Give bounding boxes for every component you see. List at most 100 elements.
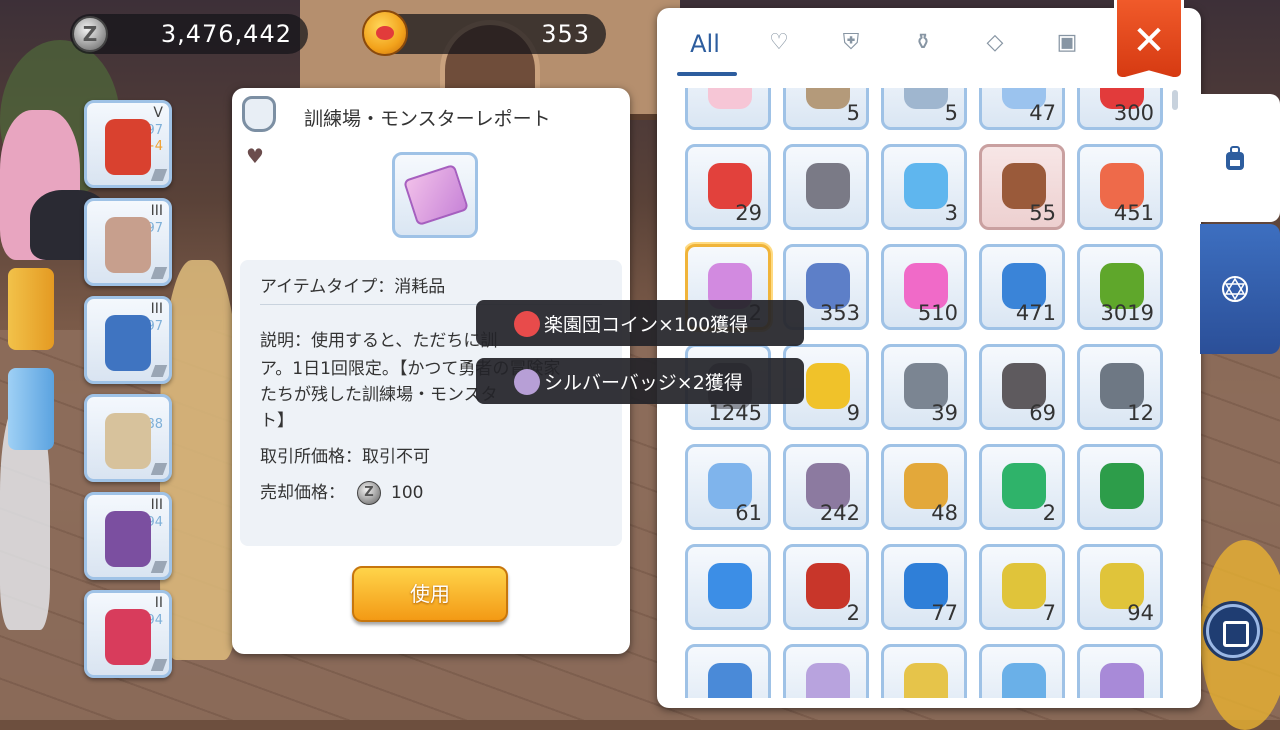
inventory-slot[interactable]: 69 <box>979 344 1065 430</box>
description-line-1: 説明：使用すると、ただちに訓 <box>260 331 498 351</box>
equipment-slot[interactable]: III 94 <box>84 492 172 580</box>
silver-badge-icon <box>806 663 850 698</box>
item-quantity: 5 <box>944 101 958 125</box>
inventory-slot[interactable]: 3019 <box>1077 244 1163 330</box>
inventory-slot[interactable] <box>881 644 967 698</box>
item-quantity: 300 <box>1113 101 1154 125</box>
inventory-slot[interactable]: 3 <box>881 144 967 230</box>
equipment-slot[interactable]: III 97 <box>84 198 172 286</box>
tab-inventory-bag[interactable] <box>1200 94 1280 222</box>
tab-materials[interactable]: ◇ <box>965 30 1025 70</box>
item-quantity: 5 <box>846 101 860 125</box>
inventory-slot[interactable] <box>685 644 771 698</box>
inventory-slot[interactable] <box>783 644 869 698</box>
item-quantity: 47 <box>1029 101 1056 125</box>
tab-equipment[interactable]: ⛨ <box>821 30 881 70</box>
expand-arrow-button[interactable] <box>8 268 54 350</box>
inventory-slot[interactable] <box>685 544 771 630</box>
item-quantity: 9 <box>846 401 860 425</box>
inventory-slot[interactable]: 471 <box>979 244 1065 330</box>
backpack-icon <box>1226 146 1244 170</box>
item-quantity: 77 <box>931 601 958 625</box>
inventory-slot[interactable]: 39 <box>881 344 967 430</box>
equipment-tier: III <box>150 203 163 219</box>
stick-icon <box>806 88 850 109</box>
equipment-slot[interactable]: II 94 <box>84 590 172 678</box>
cat-coin-bar: 353 <box>362 10 606 56</box>
inventory-slot[interactable]: 5 <box>783 88 869 130</box>
cat-coin-icon <box>362 10 408 56</box>
inventory-slot[interactable]: 94 <box>1077 544 1163 630</box>
window-toggle-button[interactable] <box>1206 604 1260 658</box>
inventory-scrollbar[interactable] <box>1172 90 1178 110</box>
lock-corner-icon <box>150 561 168 573</box>
fruit-icon <box>1002 563 1046 609</box>
inventory-slot[interactable]: 451 <box>1077 144 1163 230</box>
equipment-slot[interactable]: III 97 <box>84 296 172 384</box>
player-character-blonde <box>160 260 240 660</box>
item-quantity: 61 <box>735 501 762 525</box>
description-line-4: ト】 <box>260 411 294 431</box>
armor-icon: ⛨ <box>842 30 860 55</box>
item-quantity: 471 <box>1015 301 1056 325</box>
inventory-slot[interactable]: 2 <box>979 444 1065 530</box>
reward-tooltip-badge: シルバーバッジ×2獲得 <box>476 358 804 404</box>
use-button[interactable]: 使用 <box>352 566 508 622</box>
item-title: 訓練場・モンスターレポート <box>304 108 551 130</box>
inventory-slot[interactable]: 61 <box>685 444 771 530</box>
character-card-icon <box>904 663 948 698</box>
blue-star-icon <box>708 563 752 609</box>
inventory-slot[interactable] <box>783 144 869 230</box>
inventory-slot[interactable]: 5 <box>881 88 967 130</box>
inventory-slot[interactable]: 48 <box>881 444 967 530</box>
inventory-slot[interactable]: 47 <box>979 88 1065 130</box>
equipment-tier: III <box>150 497 163 513</box>
close-button[interactable]: ✕ <box>1114 0 1184 80</box>
sell-price-value: 100 <box>391 483 424 503</box>
lock-corner-icon <box>150 463 168 475</box>
item-quantity: 3019 <box>1100 301 1154 325</box>
tab-magic-circle[interactable] <box>1200 224 1280 354</box>
inventory-slot[interactable] <box>1077 444 1163 530</box>
reward-text: シルバーバッジ×2獲得 <box>544 371 743 394</box>
character-card-icon <box>1002 663 1046 698</box>
inventory-slot[interactable] <box>685 88 771 130</box>
jar-icon <box>242 96 276 132</box>
amulet-icon <box>105 511 151 567</box>
equipment-slot[interactable]: 88 <box>84 394 172 482</box>
lock-corner-icon <box>150 659 168 671</box>
item-quantity: 48 <box>931 501 958 525</box>
item-quantity: 2 <box>1042 501 1056 525</box>
bodysuit-icon <box>105 217 151 273</box>
inventory-slot[interactable]: 2 <box>783 544 869 630</box>
lock-corner-icon <box>150 267 168 279</box>
potion-icon: ⚱ <box>913 30 933 55</box>
inventory-slot[interactable] <box>1077 644 1163 698</box>
tab-favorites[interactable]: ♡ <box>749 30 809 70</box>
item-quantity: 12 <box>1127 401 1154 425</box>
inventory-slot[interactable]: 12 <box>1077 344 1163 430</box>
silver-badge-icon <box>514 369 540 395</box>
cloak-icon <box>105 315 151 371</box>
ice-staff-icon <box>904 163 948 209</box>
wand-icon <box>904 88 948 109</box>
inventory-slot[interactable]: 510 <box>881 244 967 330</box>
item-quantity: 451 <box>1113 201 1154 225</box>
inventory-slot[interactable]: 77 <box>881 544 967 630</box>
tab-consumables[interactable]: ⚱ <box>893 30 953 70</box>
favorite-heart-icon[interactable]: ♥ <box>246 144 264 168</box>
tab-all[interactable]: All <box>675 30 735 70</box>
lock-corner-icon <box>150 169 168 181</box>
item-preview-slot <box>392 152 478 238</box>
inventory-slot[interactable]: 300 <box>1077 88 1163 130</box>
inventory-slot[interactable]: 55 <box>979 144 1065 230</box>
inventory-slot[interactable]: 29 <box>685 144 771 230</box>
zeny-bar: Z 3,476,442 <box>70 14 308 54</box>
social-button[interactable] <box>8 368 54 450</box>
equipment-slot[interactable]: V 97 +4 <box>84 100 172 188</box>
inventory-slot[interactable] <box>979 644 1065 698</box>
inventory-slot[interactable]: 242 <box>783 444 869 530</box>
sell-price-label: 売却価格： <box>260 483 345 503</box>
inventory-slot[interactable]: 7 <box>979 544 1065 630</box>
tab-cards[interactable]: ▣ <box>1037 30 1097 70</box>
